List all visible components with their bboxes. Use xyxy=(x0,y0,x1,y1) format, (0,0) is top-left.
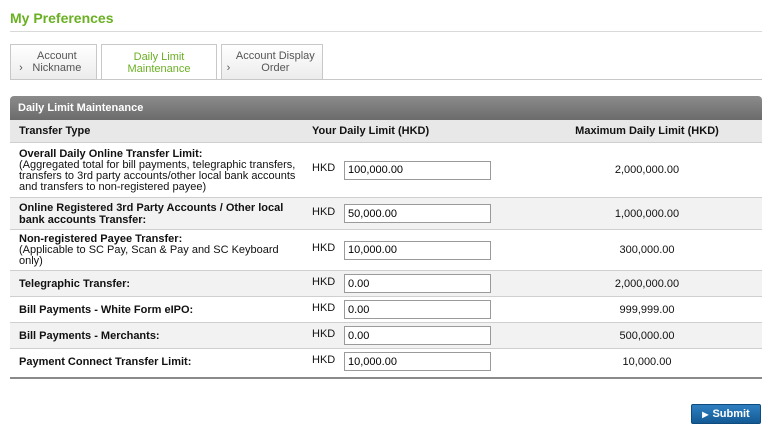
page-title: My Preferences xyxy=(10,10,114,26)
tab-baseline xyxy=(10,79,762,80)
currency-label: HKD xyxy=(312,242,336,254)
title-divider xyxy=(10,31,762,32)
daily-limit-input[interactable] xyxy=(344,326,491,345)
submit-label: Submit xyxy=(712,408,750,420)
tab-chevron-icon: › xyxy=(226,62,231,74)
table-row: Bill Payments - Merchants: HKD 500,000.0… xyxy=(10,322,762,349)
transfer-type-label: Bill Payments - White Form eIPO: xyxy=(19,303,194,316)
table-bottom-divider xyxy=(10,377,762,379)
daily-limit-input[interactable] xyxy=(344,274,491,293)
max-limit-value: 10,000.00 xyxy=(622,355,672,368)
daily-limit-input[interactable] xyxy=(344,352,491,372)
table-header-row: Transfer Type Your Daily Limit (HKD) Max… xyxy=(10,120,762,143)
transfer-type-note: (Aggregated total for bill payments, tel… xyxy=(19,158,296,193)
transfer-type-label: Payment Connect Transfer Limit: xyxy=(19,355,192,368)
transfer-type-label: Telegraphic Transfer: xyxy=(19,277,131,290)
currency-label: HKD xyxy=(312,205,336,218)
tab-daily-limit-maintenance[interactable]: Daily Limit Maintenance xyxy=(101,44,217,80)
tab-chevron-icon: › xyxy=(19,62,23,74)
daily-limit-table: Transfer Type Your Daily Limit (HKD) Max… xyxy=(10,120,762,375)
daily-limit-input[interactable] xyxy=(344,240,491,260)
currency-label: HKD xyxy=(312,275,336,288)
daily-limit-input[interactable] xyxy=(344,204,491,223)
daily-limit-input[interactable] xyxy=(344,160,491,180)
currency-label: HKD xyxy=(312,327,336,340)
tab-label: Daily Limit Maintenance xyxy=(127,50,191,75)
transfer-type-label: Bill Payments - Merchants: xyxy=(19,329,160,342)
tab-label: Account Nickname xyxy=(32,50,82,74)
daily-limit-input[interactable] xyxy=(344,300,491,319)
tab-account-display-order[interactable]: › Account Display Order xyxy=(221,44,323,79)
max-limit-value: 2,000,000.00 xyxy=(532,270,762,297)
max-limit-value: 1,000,000.00 xyxy=(532,197,762,230)
tab-account-nickname[interactable]: › Account Nickname xyxy=(10,44,97,79)
tab-label: Account Display Order xyxy=(235,50,315,74)
table-row: Telegraphic Transfer: HKD 2,000,000.00 xyxy=(10,270,762,297)
max-limit-value: 2,000,000.00 xyxy=(532,142,762,198)
table-row: Bill Payments - White Form eIPO: HKD 999… xyxy=(10,296,762,323)
column-header-max-limit: Maximum Daily Limit (HKD) xyxy=(532,120,762,143)
transfer-type-note: (Applicable to SC Pay, Scan & Pay and SC… xyxy=(19,244,279,267)
arrow-right-icon: ▶ xyxy=(702,410,709,419)
max-limit-value: 500,000.00 xyxy=(532,322,762,349)
table-row: Online Registered 3rd Party Accounts / O… xyxy=(10,197,762,230)
max-limit-value: 999,999.00 xyxy=(532,296,762,323)
table-row: Non-registered Payee Transfer: (Applicab… xyxy=(10,229,762,271)
column-header-transfer-type: Transfer Type xyxy=(10,120,303,143)
table-row: Overall Daily Online Transfer Limit: (Ag… xyxy=(10,142,762,198)
column-header-your-limit: Your Daily Limit (HKD) xyxy=(303,120,532,143)
currency-label: HKD xyxy=(312,301,336,314)
currency-label: HKD xyxy=(312,162,336,174)
transfer-type-label: Online Registered 3rd Party Accounts / O… xyxy=(19,201,284,226)
currency-label: HKD xyxy=(312,353,336,366)
table-row: Payment Connect Transfer Limit: HKD 10,0… xyxy=(10,349,762,375)
max-limit-value: 300,000.00 xyxy=(532,229,762,271)
panel-header: Daily Limit Maintenance xyxy=(10,96,762,120)
transfer-type-label: Overall Daily Online Transfer Limit: xyxy=(19,147,203,160)
submit-button[interactable]: ▶ Submit xyxy=(691,404,761,424)
